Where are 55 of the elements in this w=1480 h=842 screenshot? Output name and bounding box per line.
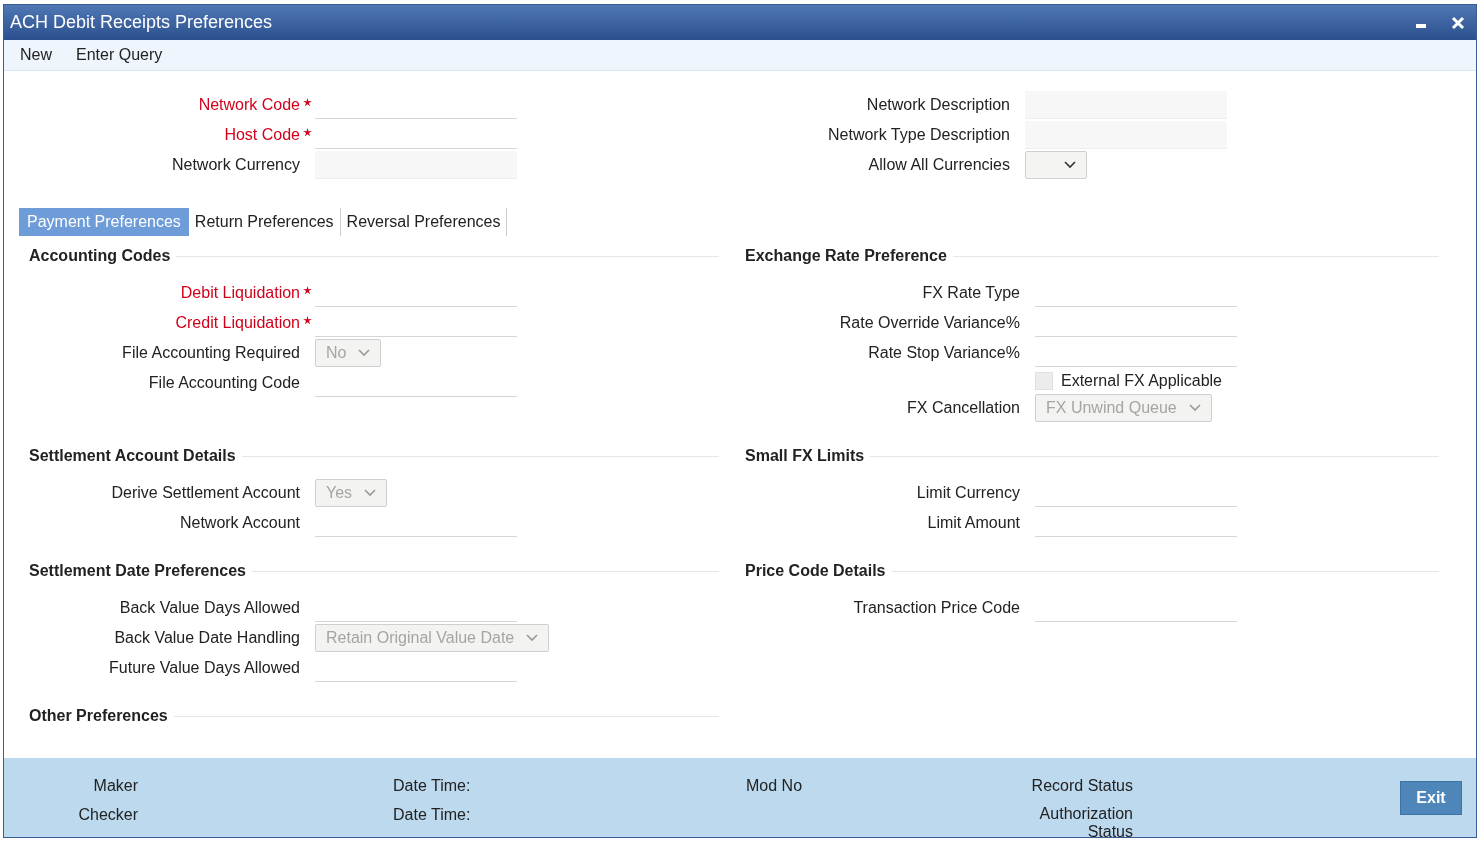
menu-item[interactable]: New (20, 46, 52, 64)
field-label: Debit Liquidation (180, 284, 300, 302)
field-label: Host Code (224, 126, 300, 144)
chevron-down-icon (358, 349, 371, 357)
tab[interactable]: Payment Preferences (19, 208, 189, 236)
field-label: Credit Liquidation (175, 314, 300, 332)
section-title: Settlement Account Details (29, 447, 236, 465)
chevron-down-icon (526, 634, 539, 642)
chevron-down-icon (1188, 404, 1201, 412)
menu-item[interactable]: Enter Query (76, 46, 163, 64)
chevron-down-icon (364, 489, 377, 497)
section-title: Accounting Codes (29, 247, 171, 265)
required-icon (303, 286, 312, 295)
checkbox-label: External FX Applicable (1061, 371, 1222, 390)
section-title: Small FX Limits (745, 447, 865, 465)
field-label: File Accounting Code (148, 374, 300, 392)
field-label: Transaction Price Code (853, 599, 1020, 617)
footer-label: Record Status (1031, 776, 1133, 796)
field-label: Derive Settlement Account (111, 484, 300, 502)
field-label: FX Cancellation (907, 399, 1020, 417)
footer-label: Date Time: (393, 776, 472, 796)
section-title: Exchange Rate Preference (745, 247, 947, 265)
field-label: Network Code (198, 96, 300, 114)
footer-label: Date Time: (393, 805, 472, 825)
section-title: Other Preferences (29, 707, 168, 725)
tab[interactable]: Reversal Preferences (340, 208, 508, 236)
field-label: Back Value Date Handling (114, 629, 300, 647)
exit-button[interactable]: Exit (1400, 781, 1462, 815)
close-icon[interactable] (1450, 14, 1466, 31)
field-label: Rate Stop Variance% (868, 344, 1020, 362)
field-label: Network Description (866, 96, 1010, 114)
field-label: Network Account (179, 514, 300, 532)
required-icon (303, 128, 312, 137)
field-label: Future Value Days Allowed (109, 659, 300, 677)
required-icon (303, 316, 312, 325)
section-title: Settlement Date Preferences (29, 562, 246, 580)
field-label: Network Type Description (828, 126, 1010, 144)
field-label: Limit Currency (916, 484, 1020, 502)
field-label: Network Currency (171, 156, 300, 174)
footer-label: Checker (77, 805, 138, 825)
tab[interactable]: Return Preferences (188, 208, 341, 236)
field-label: File Accounting Required (122, 344, 300, 362)
window-title: ACH Debit Receipts Preferences (10, 12, 274, 33)
chevron-down-icon (1064, 161, 1076, 169)
required-icon (303, 98, 312, 107)
field-label: Allow All Currencies (868, 156, 1010, 174)
section-title: Price Code Details (745, 562, 886, 580)
footer-label: Authorization Status (1038, 804, 1133, 837)
field-label: Limit Amount (927, 514, 1020, 532)
dropdown[interactable] (1025, 151, 1087, 179)
field-label: Rate Override Variance% (839, 314, 1020, 332)
field-label: FX Rate Type (922, 284, 1020, 302)
field-label: Back Value Days Allowed (119, 599, 300, 617)
footer-label: Mod No (746, 776, 804, 796)
footer-label: Maker (92, 776, 138, 796)
